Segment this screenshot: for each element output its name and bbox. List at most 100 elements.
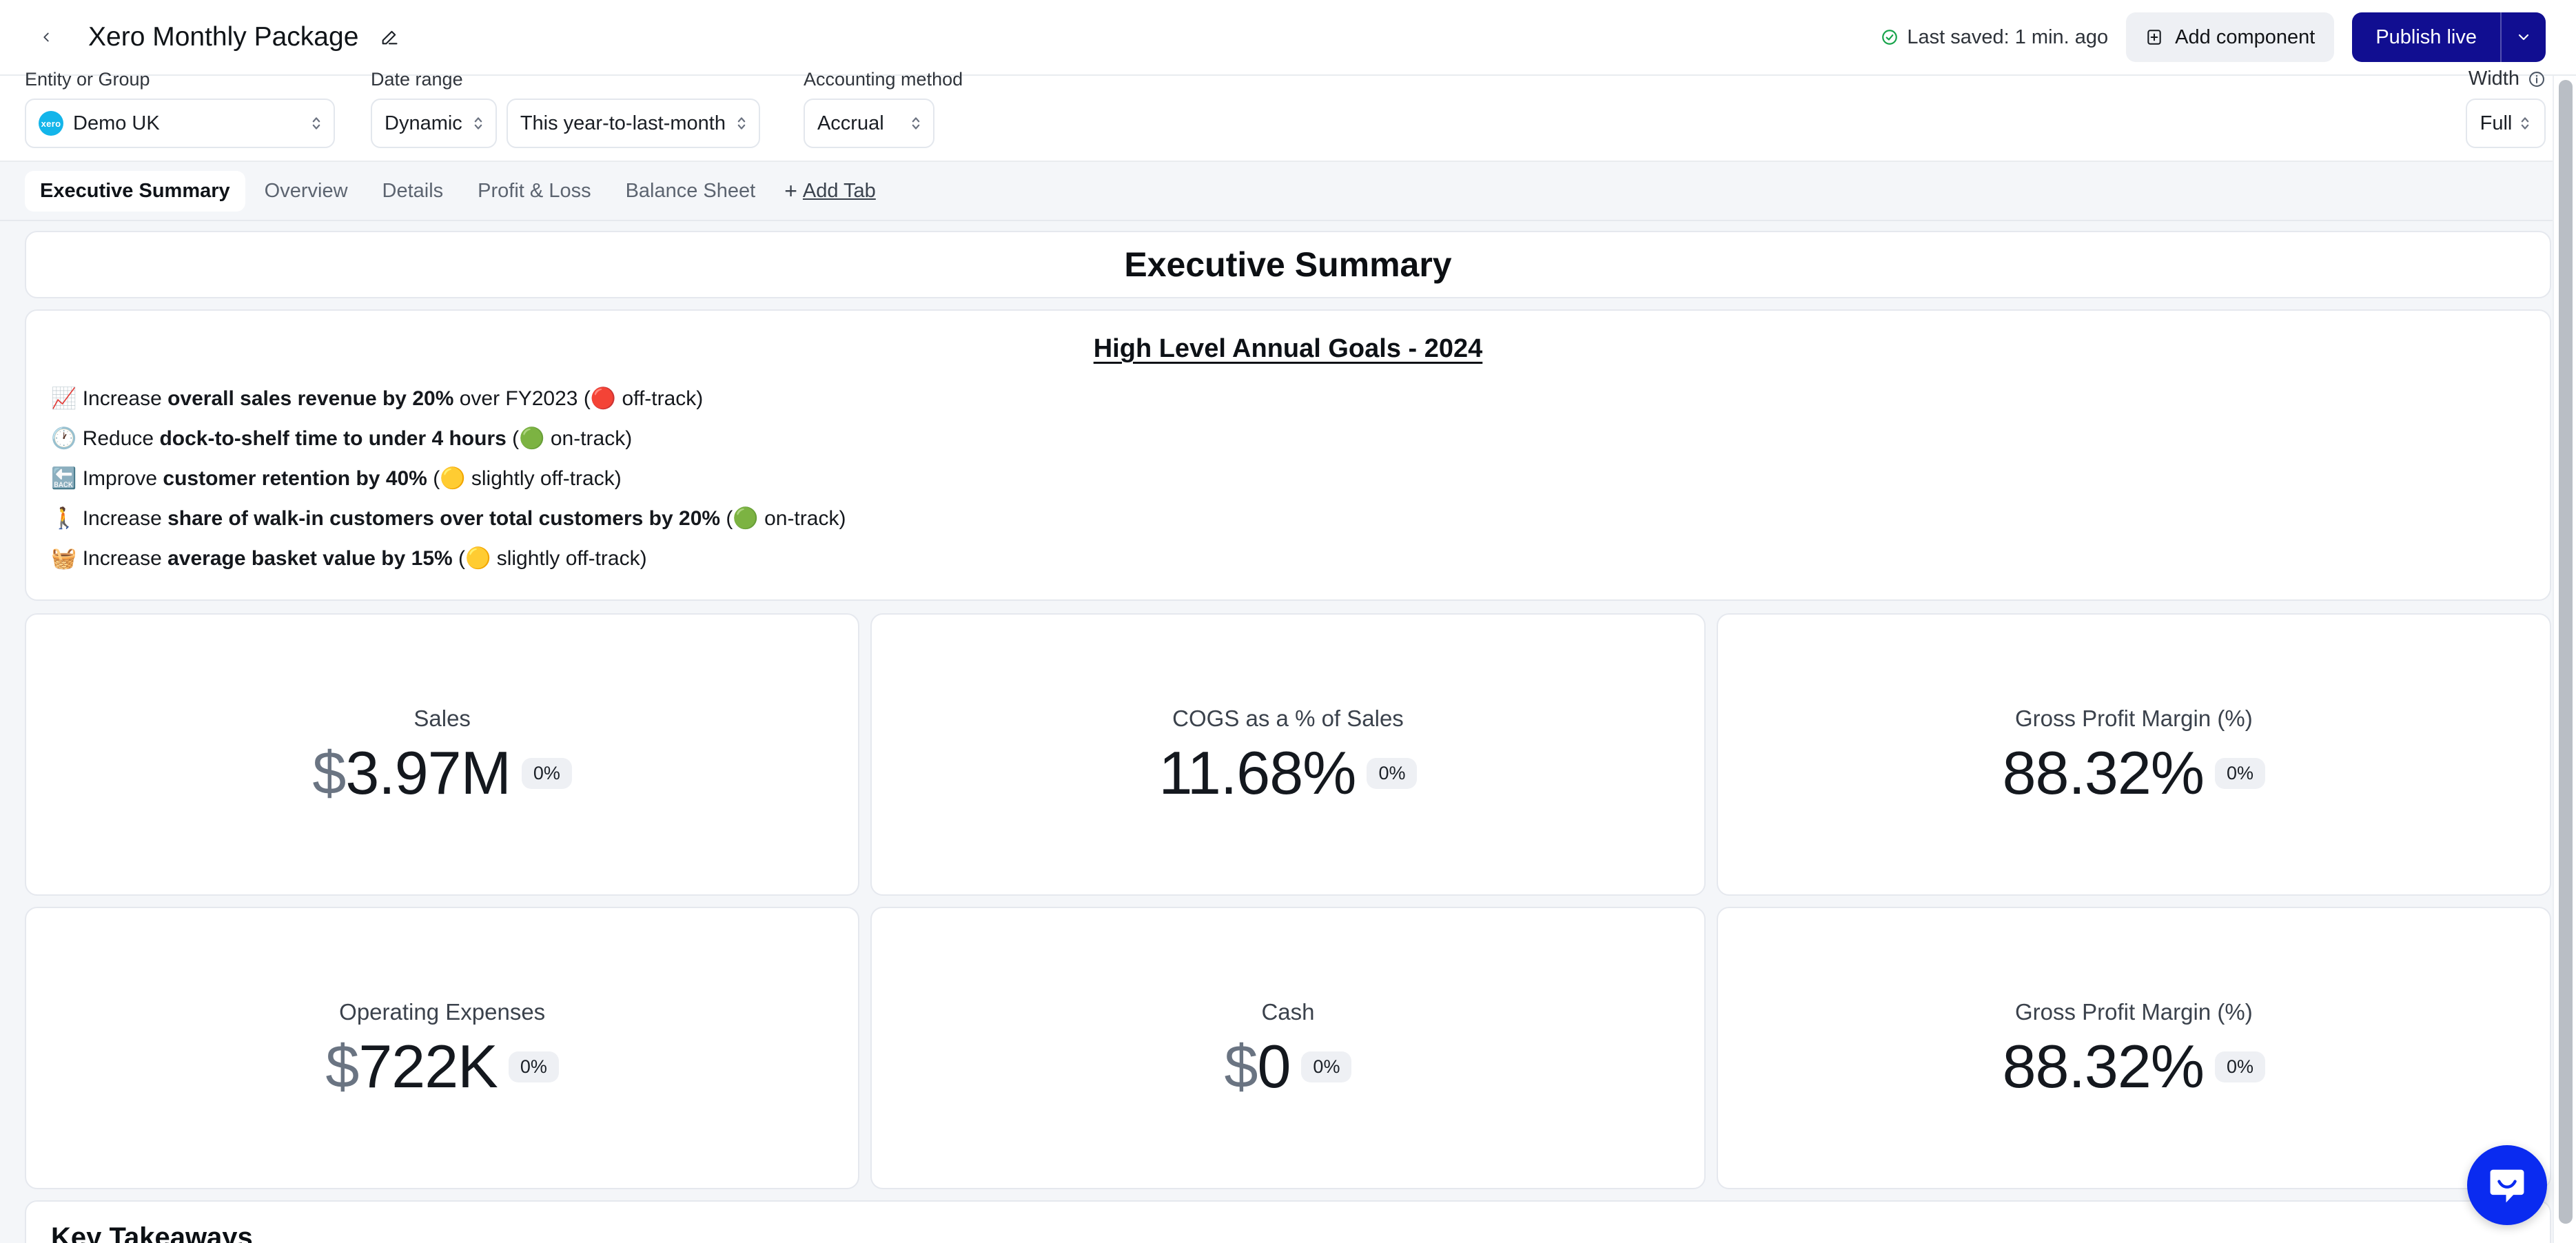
accounting-method-value: Accrual — [817, 112, 884, 134]
kpi-label: Cash — [1261, 999, 1315, 1025]
tab-executive-summary[interactable]: Executive Summary — [25, 170, 245, 212]
add-tab-button[interactable]: + Add Tab — [784, 180, 876, 203]
kpi-card[interactable]: Sales $3.97M 0% — [25, 613, 860, 896]
chevron-down-icon — [2518, 34, 2529, 41]
goal-emoji-icon: 📈 — [51, 387, 83, 410]
kpi-label: Operating Expenses — [339, 999, 546, 1025]
date-range-filter-label: Date range — [371, 69, 463, 90]
kpi-currency-symbol: $ — [1224, 1032, 1258, 1100]
report-title: Executive Summary — [1124, 245, 1452, 284]
annual-goals-card[interactable]: High Level Annual Goals - 2024 📈 Increas… — [25, 309, 2551, 601]
entity-select[interactable]: xero Demo UK — [25, 99, 335, 148]
date-range-period-value: This year-to-last-month — [520, 112, 726, 134]
kpi-card[interactable]: Gross Profit Margin (%) 88.32% 0% — [1716, 613, 2551, 896]
report-canvas: Executive Summary High Level Annual Goal… — [0, 221, 2576, 1243]
goal-text-suffix: (🟡 slightly off-track) — [427, 467, 622, 490]
annual-goal-item: 🕐 Reduce dock-to-shelf time to under 4 h… — [50, 419, 2526, 459]
kpi-card[interactable]: Cash $0 0% — [870, 907, 1706, 1189]
kpi-value-row: 11.68% 0% — [1159, 743, 1418, 803]
tab-profit-and-loss[interactable]: Profit & Loss — [462, 171, 606, 212]
kpi-value-row: 88.32% 0% — [2003, 1036, 2266, 1097]
goal-text-suffix: (🟢 on-track) — [506, 427, 633, 450]
edit-title-button[interactable] — [378, 25, 401, 49]
kpi-card[interactable]: Operating Expenses $722K 0% — [25, 907, 860, 1189]
date-range-period-select[interactable]: This year-to-last-month — [506, 99, 760, 148]
kpi-delta-badge: 0% — [508, 1051, 559, 1082]
chevron-up-down-icon — [2522, 117, 2529, 130]
vertical-scrollbar[interactable] — [2553, 76, 2576, 1243]
add-tab-label: Add Tab — [802, 179, 876, 202]
kpi-delta-badge: 0% — [521, 757, 572, 789]
key-takeaways-card[interactable]: Key Takeaways Extending from the trend i… — [25, 1200, 2551, 1243]
report-title-card[interactable]: Executive Summary — [25, 231, 2551, 298]
entity-filter-group: Entity or Group xero Demo UK — [25, 69, 335, 148]
xero-logo-icon: xero — [39, 111, 63, 136]
goal-text-prefix: Increase — [82, 507, 168, 530]
chevron-up-down-icon — [912, 117, 920, 130]
accounting-method-filter-label: Accounting method — [803, 69, 963, 90]
plus-icon: + — [784, 178, 797, 203]
goal-emoji-icon: 🚶 — [51, 507, 83, 530]
tab-details[interactable]: Details — [367, 171, 459, 212]
kpi-value: 88.32% — [2002, 1032, 2205, 1100]
publish-options-button[interactable] — [2500, 12, 2546, 62]
width-select[interactable]: Full — [2466, 99, 2546, 148]
date-range-mode-value: Dynamic — [385, 112, 462, 134]
check-circle-icon — [1882, 30, 1898, 45]
back-button[interactable] — [34, 25, 58, 49]
publish-button-group: Publish live — [2352, 12, 2546, 62]
chevron-up-down-icon — [312, 117, 320, 130]
kpi-label: Sales — [413, 706, 471, 731]
kpi-value-row: $0 0% — [1225, 1036, 1352, 1097]
kpi-row-secondary: Operating Expenses $722K 0% Cash $0 0% Gross P… — [25, 907, 2551, 1189]
scrollbar-thumb[interactable] — [2559, 80, 2573, 1224]
kpi-delta-badge: 0% — [1301, 1051, 1352, 1082]
goal-text-emphasis: customer retention by 40% — [163, 467, 427, 490]
goal-text-emphasis: average basket value by 15% — [167, 547, 453, 570]
filter-bar: Entity or Group xero Demo UK Date range … — [0, 68, 2576, 162]
publish-live-button[interactable]: Publish live — [2352, 12, 2500, 62]
add-component-button[interactable]: Add component — [2126, 12, 2335, 62]
kpi-value: 88.32% — [2002, 739, 2205, 807]
goal-text-prefix: Improve — [82, 467, 163, 490]
chevron-up-down-icon — [474, 117, 482, 130]
annual-goal-item: 📈 Increase overall sales revenue by 20% … — [50, 379, 2526, 419]
accounting-method-select[interactable]: Accrual — [803, 99, 934, 148]
kpi-value: $722K — [325, 1032, 498, 1100]
goal-text-emphasis: share of walk-in customers over total cu… — [167, 507, 721, 530]
info-icon[interactable] — [2528, 70, 2546, 88]
kpi-label: COGS as a % of Sales — [1172, 706, 1404, 731]
save-status: Last saved: 1 min. ago — [1881, 26, 2108, 49]
kpi-card[interactable]: COGS as a % of Sales 11.68% 0% — [870, 613, 1706, 896]
save-status-text: Last saved: 1 min. ago — [1907, 25, 2109, 48]
kpi-card[interactable]: Gross Profit Margin (%) 88.32% 0% — [1716, 907, 2551, 1189]
kpi-currency-symbol: $ — [325, 1032, 359, 1100]
kpi-label: Gross Profit Margin (%) — [2014, 999, 2253, 1025]
goal-text-suffix: (🟢 on-track) — [720, 507, 846, 530]
kpi-value-row: 88.32% 0% — [2003, 743, 2266, 803]
kpi-value-row: $722K 0% — [325, 1036, 559, 1097]
tab-balance-sheet[interactable]: Balance Sheet — [611, 171, 771, 212]
accounting-method-filter-group: Accounting method Accrual — [803, 69, 963, 148]
chevron-left-icon — [43, 32, 49, 42]
kpi-value: 11.68% — [1158, 739, 1357, 807]
entity-filter-label: Entity or Group — [25, 69, 150, 90]
goal-text-prefix: Increase — [82, 387, 168, 410]
pencil-square-icon — [382, 30, 398, 45]
app-header: Xero Monthly Package Last saved: 1 min. … — [0, 0, 2576, 76]
kpi-value: $3.97M — [312, 739, 511, 807]
kpi-currency-symbol: $ — [312, 739, 346, 807]
chevron-up-down-icon — [737, 117, 746, 130]
tab-overview[interactable]: Overview — [249, 171, 363, 212]
annual-goals-heading: High Level Annual Goals - 2024 — [1093, 334, 1483, 363]
header-actions: Last saved: 1 min. ago Add component Pub… — [1881, 12, 2546, 62]
kpi-value: $0 — [1224, 1032, 1291, 1100]
goal-text-suffix: over FY2023 (🔴 off-track) — [453, 387, 704, 410]
goal-emoji-icon: 🕐 — [51, 427, 83, 450]
date-range-mode-select[interactable]: Dynamic — [371, 99, 497, 148]
intercom-chat-button[interactable] — [2467, 1145, 2547, 1225]
goal-text-emphasis: dock-to-shelf time to under 4 hours — [159, 427, 507, 450]
annual-goal-item: 🚶 Increase share of walk-in customers ov… — [50, 499, 2526, 539]
width-select-value: Full — [2480, 112, 2513, 134]
goal-text-suffix: (🟡 slightly off-track) — [452, 547, 647, 570]
